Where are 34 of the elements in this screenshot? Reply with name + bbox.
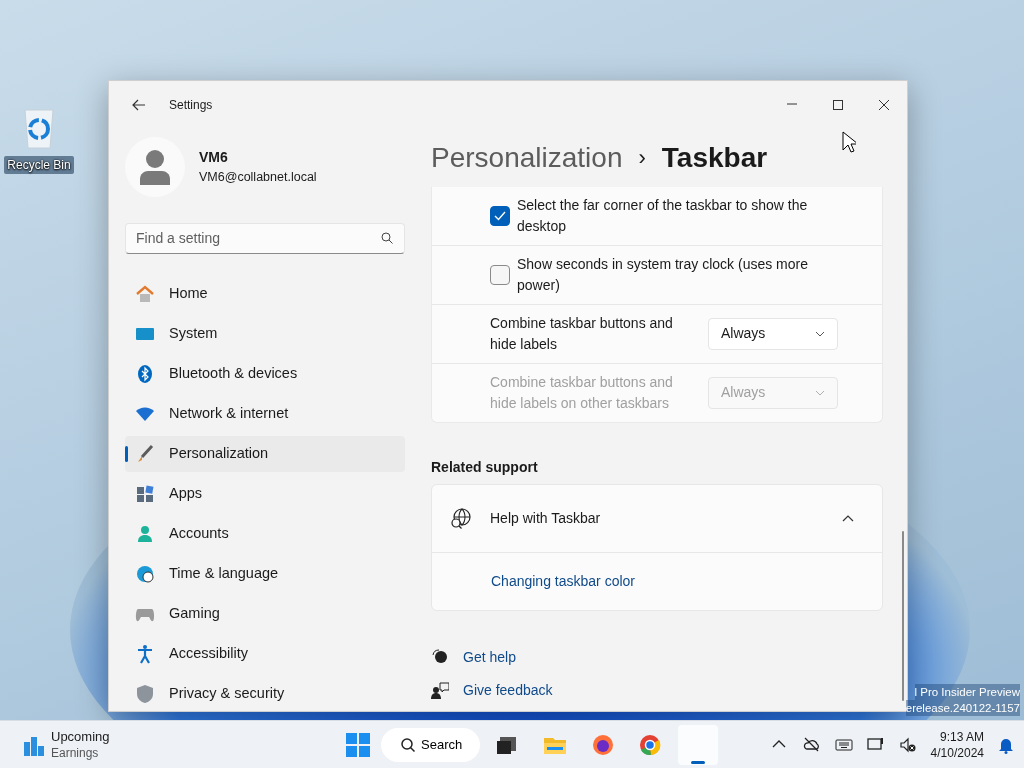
sidebar-item[interactable]: Accessibility	[125, 635, 405, 672]
expander-title: Help with Taskbar	[490, 508, 602, 528]
checkbox-label: Show seconds in system tray clock (uses more power)	[517, 254, 809, 295]
breadcrumb-parent[interactable]: Personalization	[431, 136, 623, 179]
window-title: Settings	[169, 96, 213, 114]
profile-name: VM6	[199, 147, 229, 167]
sidebar-item[interactable]: Home	[125, 275, 405, 312]
weather-widget[interactable]: Upcoming Earnings	[20, 728, 114, 761]
breadcrumb-current: Taskbar	[661, 140, 768, 175]
checkbox-label: Select the far corner of the taskbar to show the desktop	[517, 195, 809, 236]
watermark-text: erelease.240122-1157	[905, 700, 1020, 716]
watermark-text: l Pro Insider Preview	[914, 684, 1020, 700]
sidebar-item[interactable]: Bluetooth & devices	[125, 355, 405, 392]
breadcrumb-separator: ›	[638, 144, 646, 173]
sidebar-item[interactable]: Personalization	[125, 435, 405, 472]
section-heading: Related support	[431, 457, 539, 477]
footer-link[interactable]: Give feedback	[463, 679, 553, 701]
footer-link[interactable]: Get help	[463, 646, 516, 668]
sidebar-item[interactable]: Network & internet	[125, 395, 405, 432]
setting-label: Combine taskbar buttons and hide labels on other taskbars	[490, 372, 674, 413]
setting-label: Combine taskbar buttons and hide labels	[490, 313, 674, 354]
desktop-icon-label[interactable]: Recycle Bin	[4, 156, 74, 174]
sidebar-item[interactable]: Gaming	[125, 595, 405, 632]
sidebar-item[interactable]: Privacy & security	[125, 675, 405, 712]
sidebar-item[interactable]: System	[125, 315, 405, 352]
sidebar-item[interactable]: Accounts	[125, 515, 405, 552]
search-field[interactable]: Find a setting	[125, 222, 405, 254]
dropdown[interactable]: Always	[708, 317, 838, 350]
help-link[interactable]: Changing taskbar color	[491, 572, 635, 589]
clock[interactable]: 9:13 AM 4/10/2024	[930, 728, 984, 761]
sidebar-item[interactable]: Time & language	[125, 555, 405, 592]
sidebar-item[interactable]: Apps	[125, 475, 405, 512]
profile-email: VM6@collabnet.local	[199, 168, 317, 186]
taskbar-search[interactable]: Search	[381, 727, 481, 762]
